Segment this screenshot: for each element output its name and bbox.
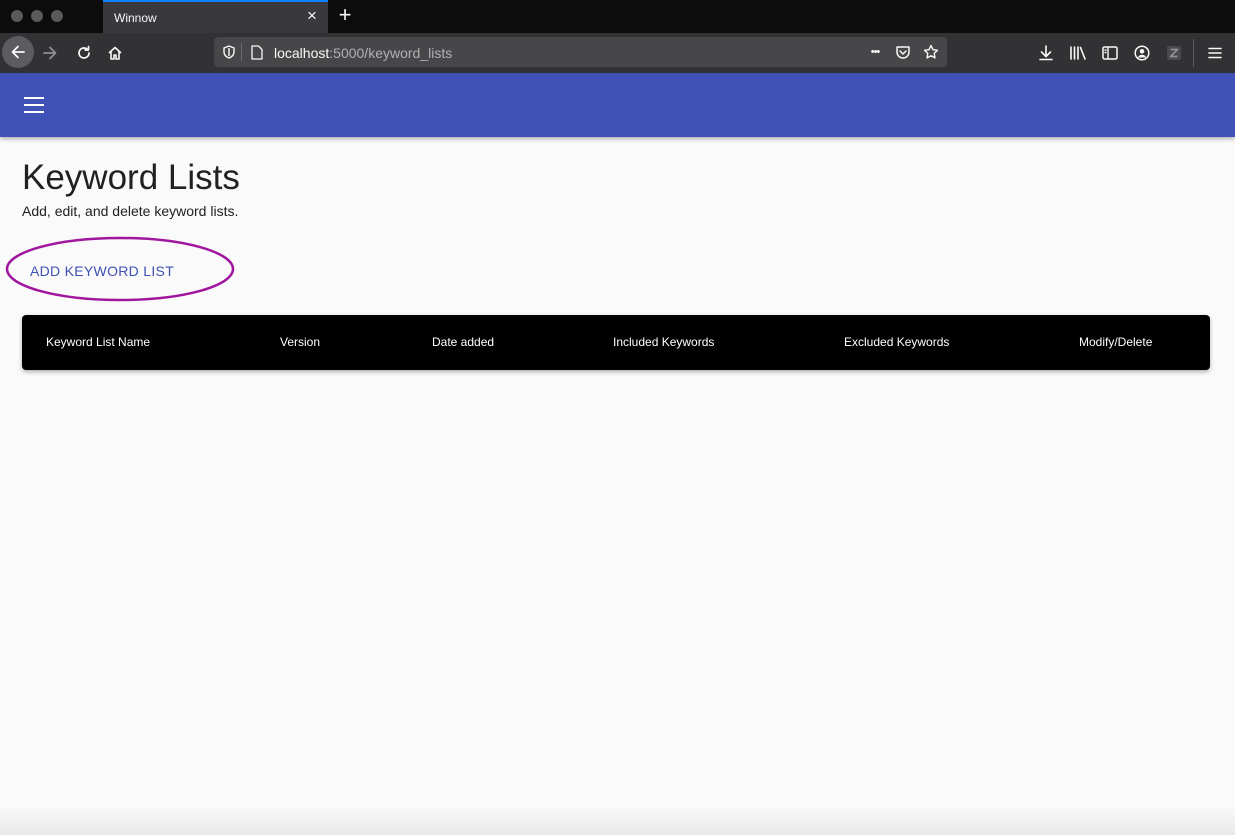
menu-bar-line: [24, 111, 44, 113]
extension-z-icon: [1167, 46, 1181, 60]
back-button[interactable]: [2, 36, 34, 68]
app-menu-button[interactable]: [1205, 43, 1225, 63]
reload-icon: [78, 45, 90, 59]
window-bottom-edge: [0, 805, 1235, 835]
home-icon: [108, 46, 122, 60]
keyword-lists-table: Keyword List Name Version Date added Inc…: [22, 315, 1210, 370]
window-zoom-dot[interactable]: [51, 10, 63, 22]
url-host: localhost: [274, 45, 330, 61]
column-header-modify-delete[interactable]: Modify/Delete: [1079, 335, 1152, 349]
browser-tab-bar: Winnow × +: [0, 0, 1235, 33]
pocket-button[interactable]: [894, 43, 912, 61]
column-header-included-keywords[interactable]: Included Keywords: [613, 335, 714, 349]
page-actions-more-icon[interactable]: •••: [864, 43, 886, 61]
pocket-icon: [896, 46, 910, 59]
menu-bar-line: [24, 104, 44, 106]
home-button[interactable]: [105, 43, 125, 63]
browser-tab-active[interactable]: Winnow ×: [103, 0, 328, 33]
forward-button[interactable]: [40, 43, 60, 63]
column-header-keyword-list-name[interactable]: Keyword List Name: [46, 335, 150, 349]
url-bar[interactable]: localhost:5000/keyword_lists •••: [214, 37, 947, 67]
app-header: [0, 73, 1235, 137]
bookmark-star-button[interactable]: [922, 43, 940, 61]
column-header-date-added[interactable]: Date added: [432, 335, 494, 349]
tracking-shield-icon[interactable]: [221, 44, 237, 60]
library-icon: [1070, 46, 1086, 60]
tab-close-icon[interactable]: ×: [304, 6, 320, 26]
extension-button[interactable]: [1164, 43, 1184, 63]
url-separator: [241, 43, 242, 61]
star-icon: [923, 44, 939, 59]
column-header-version[interactable]: Version: [280, 335, 320, 349]
browser-toolbar: localhost:5000/keyword_lists •••: [0, 33, 1235, 73]
page-subtitle: Add, edit, and delete keyword lists.: [22, 203, 239, 219]
arrow-left-icon: [11, 45, 25, 59]
sidebar-toggle-button[interactable]: [1100, 43, 1120, 63]
new-tab-button[interactable]: +: [335, 3, 355, 27]
hamburger-menu-icon: [1208, 47, 1222, 59]
reload-button[interactable]: [74, 43, 94, 63]
toolbar-divider: [1193, 39, 1194, 67]
tab-title: Winnow: [114, 11, 157, 25]
page-title: Keyword Lists: [22, 158, 240, 197]
downloads-button[interactable]: [1036, 43, 1056, 63]
column-header-excluded-keywords[interactable]: Excluded Keywords: [844, 335, 949, 349]
account-icon: [1134, 45, 1150, 61]
add-keyword-list-button[interactable]: ADD KEYWORD LIST: [22, 255, 182, 287]
library-button[interactable]: [1068, 43, 1088, 63]
window-close-dot[interactable]: [11, 10, 23, 22]
arrow-right-icon: [43, 46, 57, 60]
url-path: :5000/keyword_lists: [329, 45, 453, 61]
menu-bar-line: [24, 97, 44, 99]
hamburger-menu-icon[interactable]: [20, 93, 48, 117]
url-text[interactable]: localhost:5000/keyword_lists: [274, 45, 452, 61]
page-info-icon[interactable]: [249, 44, 265, 60]
window-minimize-dot[interactable]: [31, 10, 43, 22]
account-button[interactable]: [1132, 43, 1152, 63]
sidebar-icon: [1102, 46, 1118, 60]
download-icon: [1039, 45, 1053, 61]
